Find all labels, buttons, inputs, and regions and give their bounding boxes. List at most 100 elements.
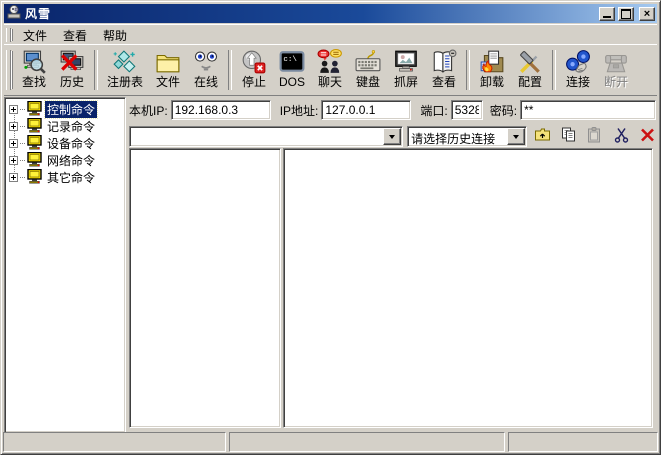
config-tools-icon — [517, 49, 543, 75]
computer-node-icon — [27, 101, 43, 119]
toolbar-label: 文件 — [156, 75, 180, 89]
dos-screen-text: c:\ — [283, 56, 297, 64]
status-pane-2 — [229, 432, 505, 452]
config-button[interactable]: 配置 — [511, 47, 549, 93]
toolbar-label: 键盘 — [356, 75, 380, 89]
tree-item-record-commands[interactable]: 记录命令 — [5, 118, 125, 135]
expand-plus-icon[interactable] — [9, 139, 18, 148]
tree-connector — [20, 126, 25, 127]
computer-node-icon — [27, 169, 43, 187]
close-button[interactable]: × — [639, 7, 655, 21]
app-icon — [6, 4, 22, 23]
address-combobox-arrow[interactable] — [383, 128, 401, 145]
tree-item-label: 控制命令 — [45, 101, 97, 118]
local-ip-input[interactable] — [171, 100, 271, 120]
paste-button — [586, 128, 604, 145]
keyboard-button[interactable]: 键盘 — [349, 47, 387, 93]
capture-button[interactable]: 抓屏 — [387, 47, 425, 93]
menubar-gripper[interactable] — [6, 28, 11, 42]
connection-row: 本机IP: IP地址: 端口: 密码: — [129, 98, 656, 122]
toolbar-separator — [94, 50, 98, 90]
folder-up-icon — [534, 127, 551, 146]
tree-item-label: 记录命令 — [45, 118, 97, 135]
files-button[interactable]: 文件 — [149, 47, 187, 93]
online-button[interactable]: 在线 — [187, 47, 225, 93]
dos-button[interactable]: c:\ DOS — [273, 47, 311, 93]
keyboard-icon — [355, 49, 381, 75]
tree-connector — [20, 143, 25, 144]
minimize-button[interactable] — [599, 7, 615, 21]
password-label: 密码: — [490, 102, 517, 119]
copy-button[interactable] — [560, 128, 578, 145]
expand-plus-icon[interactable] — [9, 105, 18, 114]
tree-connector — [20, 177, 25, 178]
registry-gems-icon — [112, 49, 138, 75]
command-tree-panel[interactable]: 控制命令 记录命令 设备命令 网络命令 其它命令 — [4, 97, 126, 433]
uninstall-button[interactable]: 卸载 — [473, 47, 511, 93]
output-panel[interactable] — [283, 148, 653, 428]
delete-button[interactable] — [639, 128, 657, 145]
command-list-panel[interactable] — [129, 148, 281, 428]
delete-x-icon — [639, 127, 656, 146]
connect-button[interactable]: 连接 — [559, 47, 597, 93]
history-button[interactable]: 历史 — [53, 47, 91, 93]
address-combobox[interactable] — [129, 126, 403, 147]
toolbar-label: 历史 — [60, 75, 84, 89]
view-notebook-icon — [431, 49, 457, 75]
computer-node-icon — [27, 118, 43, 136]
registry-button[interactable]: 注册表 — [101, 47, 149, 93]
history-combobox-arrow[interactable] — [507, 128, 525, 145]
stop-globe-icon — [241, 49, 267, 75]
menu-file[interactable]: 文件 — [15, 25, 55, 46]
history-row: 请选择历史连接 — [129, 125, 656, 148]
toolbar-label: 连接 — [566, 75, 590, 89]
toolbar-gripper[interactable] — [6, 50, 11, 90]
find-button[interactable]: 查找 — [15, 47, 53, 93]
toolbar-label: 卸载 — [480, 75, 504, 89]
view-button[interactable]: 查看 — [425, 47, 463, 93]
tree-item-control-commands[interactable]: 控制命令 — [5, 101, 125, 118]
tree-connector — [20, 109, 25, 110]
history-combobox[interactable]: 请选择历史连接 — [407, 126, 527, 147]
port-label: 端口: — [420, 102, 447, 119]
eyes-online-icon — [193, 49, 219, 75]
toolbar-separator — [466, 50, 470, 90]
open-folder-button[interactable] — [534, 128, 552, 145]
toolbar-label: 注册表 — [107, 75, 143, 89]
computer-search-icon — [21, 49, 47, 75]
menu-bar: 文件 查看 帮助 — [4, 24, 657, 45]
tree-item-label: 设备命令 — [45, 135, 97, 152]
tree-item-network-commands[interactable]: 网络命令 — [5, 152, 125, 169]
ip-input[interactable] — [321, 100, 411, 120]
chat-button[interactable]: 聊天 — [311, 47, 349, 93]
toolbar-label: 聊天 — [318, 75, 342, 89]
tree-item-device-commands[interactable]: 设备命令 — [5, 135, 125, 152]
menu-help[interactable]: 帮助 — [95, 25, 135, 46]
status-pane-3 — [508, 432, 658, 452]
cut-scissors-icon — [613, 127, 630, 146]
toolbar: 查找 历史 — [4, 44, 657, 96]
computer-delete-icon — [59, 49, 85, 75]
title-bar[interactable]: 风雪 × — [4, 4, 657, 23]
screen-capture-icon — [393, 49, 419, 75]
chat-people-icon — [317, 49, 343, 75]
cut-button[interactable] — [612, 128, 630, 145]
password-input[interactable] — [520, 100, 656, 120]
computer-node-icon — [27, 135, 43, 153]
tree-item-other-commands[interactable]: 其它命令 — [5, 169, 125, 186]
stop-button[interactable]: 停止 — [235, 47, 273, 93]
maximize-button[interactable] — [618, 7, 634, 21]
port-input[interactable] — [451, 100, 483, 120]
expand-plus-icon[interactable] — [9, 156, 18, 165]
expand-plus-icon[interactable] — [9, 173, 18, 182]
app-window: 风雪 × 文件 查看 帮助 查找 — [0, 0, 661, 455]
expand-plus-icon[interactable] — [9, 122, 18, 131]
toolbar-label: DOS — [279, 75, 305, 89]
status-pane-1 — [3, 432, 226, 452]
folder-icon — [155, 49, 181, 75]
menu-view[interactable]: 查看 — [55, 25, 95, 46]
chevron-down-icon — [389, 135, 395, 142]
uninstall-burn-icon — [479, 49, 505, 75]
toolbar-separator — [552, 50, 556, 90]
tree-item-label: 网络命令 — [45, 152, 97, 169]
